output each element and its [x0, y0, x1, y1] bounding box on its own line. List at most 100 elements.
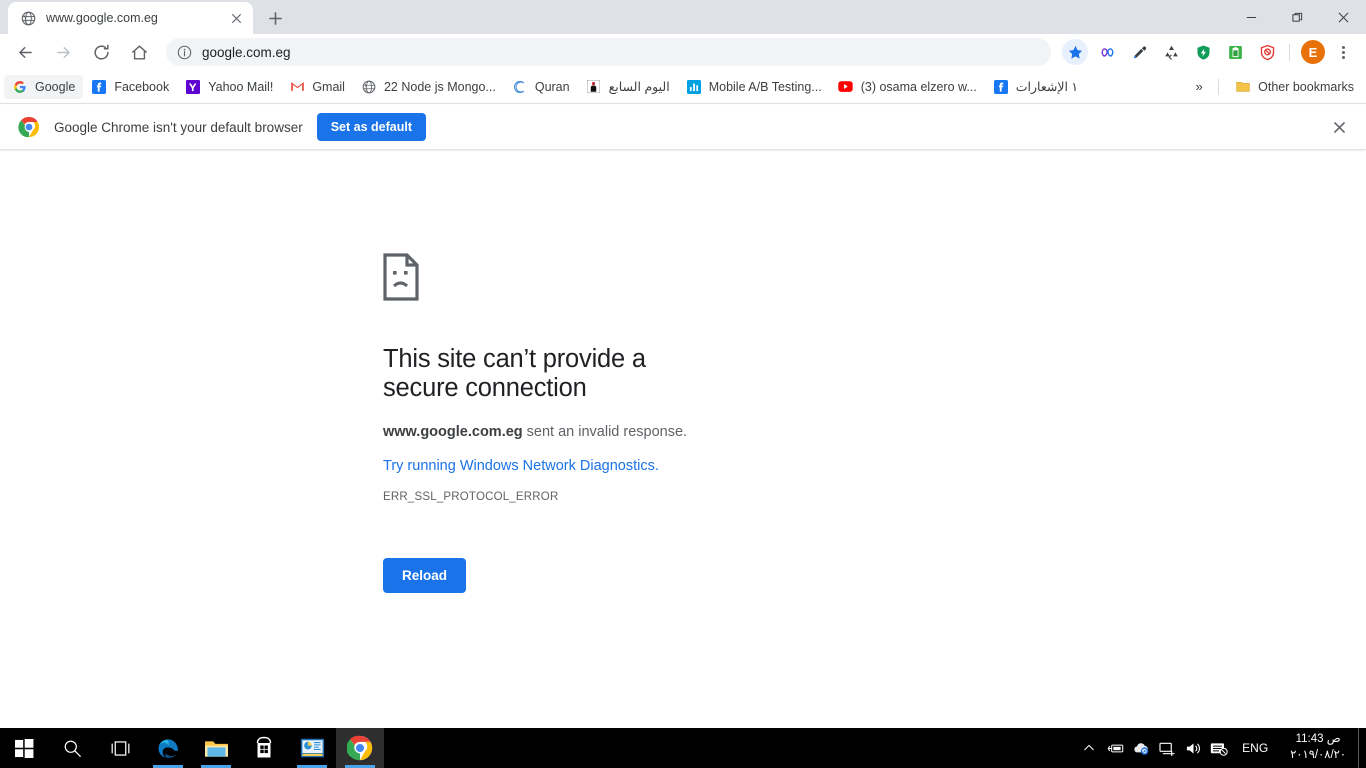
globe-icon [361, 79, 377, 95]
tab-close-icon[interactable] [227, 9, 245, 27]
chart-icon [686, 79, 702, 95]
error-host: www.google.com.eg [383, 424, 523, 440]
bookmarks-divider [1218, 78, 1220, 95]
clock-date: ٢٠١٩/٠٨/٢٠ [1290, 749, 1346, 761]
clock[interactable]: 11:43 ص ٢٠١٩/٠٨/٢٠ [1278, 728, 1358, 768]
bookmark-item-mobile-ab-testing[interactable]: Mobile A/B Testing... [678, 75, 830, 99]
home-button[interactable] [125, 38, 153, 66]
bookmark-item-facebook[interactable]: Facebook [83, 75, 177, 99]
browser-tab[interactable]: www.google.com.eg [8, 2, 253, 34]
yahoo-icon [185, 79, 201, 95]
folder-icon [1235, 79, 1251, 95]
chrome-menu-button[interactable] [1330, 39, 1356, 65]
menu-dot [1341, 55, 1345, 59]
browser-toolbar: google.com.eg E [0, 34, 1366, 70]
bookmark-item-notifications[interactable]: ١ الإشعارات [985, 75, 1086, 99]
chrome-button[interactable] [336, 728, 384, 768]
youm7-icon [586, 79, 602, 95]
tab-title: www.google.com.eg [46, 11, 158, 25]
volume-tray-icon[interactable] [1180, 728, 1206, 768]
quran-icon [512, 79, 528, 95]
bookmark-item-youm7[interactable]: اليوم السابع [578, 75, 678, 99]
search-button[interactable] [48, 728, 96, 768]
bookmark-label: Quran [534, 79, 570, 94]
green-shield-extension-icon[interactable] [1190, 39, 1216, 65]
sad-document-icon [383, 253, 419, 301]
bookmark-label: Facebook [114, 79, 170, 94]
windows-taskbar: ENG 11:43 ص ٢٠١٩/٠٨/٢٠ [0, 728, 1366, 768]
eyedropper-extension-icon[interactable] [1126, 39, 1152, 65]
window-minimize-button[interactable] [1228, 0, 1274, 34]
edge-button[interactable] [144, 728, 192, 768]
page-viewport: This site can’t provide a secure connect… [0, 149, 1366, 728]
show-hidden-icons-button[interactable] [1076, 728, 1102, 768]
menu-dot [1341, 50, 1345, 54]
chrome-logo-icon [18, 116, 40, 138]
error-code: ERR_SSL_PROTOCOL_ERROR [383, 491, 559, 504]
bookmark-item-quran[interactable]: Quran [504, 75, 578, 99]
red-block-shield-extension-icon[interactable] [1254, 39, 1280, 65]
new-tab-button[interactable] [261, 4, 289, 32]
error-description-rest: sent an invalid response. [522, 424, 688, 440]
show-desktop-button[interactable] [1358, 728, 1366, 768]
error-description: www.google.com.eg sent an invalid respon… [383, 421, 700, 443]
bookmark-label: Mobile A/B Testing... [708, 79, 822, 94]
language-indicator[interactable]: ENG [1232, 728, 1278, 768]
toolbar-divider [1289, 43, 1290, 61]
bookmarks-overflow-chevron-icon[interactable]: » [1188, 75, 1210, 99]
network-diagnostics-link[interactable]: Try running Windows Network Diagnostics. [383, 458, 659, 474]
avatar[interactable]: E [1301, 40, 1325, 64]
bookmark-label: Gmail [312, 79, 345, 94]
google-g-icon [12, 79, 28, 95]
system-tray: ENG 11:43 ص ٢٠١٩/٠٨/٢٠ [1076, 728, 1366, 768]
infobar-close-icon[interactable] [1326, 114, 1352, 140]
network-tray-icon[interactable] [1154, 728, 1180, 768]
bookmark-label: Google [35, 79, 76, 94]
cloud-sync-tray-icon[interactable] [1128, 728, 1154, 768]
recycle-extension-icon[interactable] [1158, 39, 1184, 65]
ssl-error-page: This site can’t provide a secure connect… [0, 149, 700, 594]
bookmarks-bar: Google Facebook Yahoo Mail! Gmail 22 Nod… [0, 70, 1366, 104]
bookmark-item-google[interactable]: Google [4, 74, 84, 99]
clock-time: 11:43 ص [1295, 733, 1341, 746]
youtube-icon [838, 79, 854, 95]
forward-button[interactable] [49, 38, 77, 66]
menu-dot [1341, 45, 1345, 49]
bookmark-item-node-js-mongo[interactable]: 22 Node js Mongo... [353, 75, 504, 99]
set-as-default-button[interactable]: Set as default [316, 113, 426, 141]
reload-page-button[interactable]: Reload [383, 558, 467, 594]
action-center-tray-icon[interactable] [1206, 728, 1232, 768]
window-restore-button[interactable] [1274, 0, 1320, 34]
bookmarks-overflow-area: » Other bookmarks [1188, 75, 1362, 99]
task-view-button[interactable] [96, 728, 144, 768]
bookmark-item-gmail[interactable]: Gmail [281, 75, 353, 99]
info-circle-icon[interactable] [176, 44, 192, 60]
default-browser-infobar: Google Chrome isn't your default browser… [0, 105, 1366, 149]
microsoft-store-button[interactable] [240, 728, 288, 768]
file-explorer-button[interactable] [192, 728, 240, 768]
other-bookmarks-label: Other bookmarks [1258, 79, 1354, 94]
bookmark-label: 22 Node js Mongo... [383, 79, 496, 94]
start-button[interactable] [0, 728, 48, 768]
reload-button[interactable] [87, 38, 115, 66]
battery-extension-icon[interactable] [1222, 39, 1248, 65]
gmail-icon [289, 79, 305, 95]
bookmark-item-yahoo-mail[interactable]: Yahoo Mail! [177, 75, 281, 99]
bookmark-item-osama-elzero[interactable]: (3) osama elzero w... [830, 75, 985, 99]
infobar-message: Google Chrome isn't your default browser [54, 119, 303, 135]
globe-icon [20, 10, 36, 26]
bookmark-star-icon[interactable] [1062, 39, 1088, 65]
pen-tray-icon[interactable] [1102, 728, 1128, 768]
window-controls [1228, 0, 1366, 34]
other-bookmarks-folder[interactable]: Other bookmarks [1227, 75, 1362, 99]
back-button[interactable] [11, 38, 39, 66]
window-close-button[interactable] [1320, 0, 1366, 34]
facebook-icon [993, 79, 1009, 95]
presentation-app-button[interactable] [288, 728, 336, 768]
bookmark-label: ١ الإشعارات [1015, 80, 1079, 94]
omnibox-url-text: google.com.eg [202, 44, 291, 60]
omnibox[interactable]: google.com.eg [166, 38, 1051, 66]
bookmark-label: اليوم السابع [608, 80, 670, 94]
facebook-icon [91, 79, 107, 95]
loop-extension-icon[interactable] [1094, 39, 1120, 65]
